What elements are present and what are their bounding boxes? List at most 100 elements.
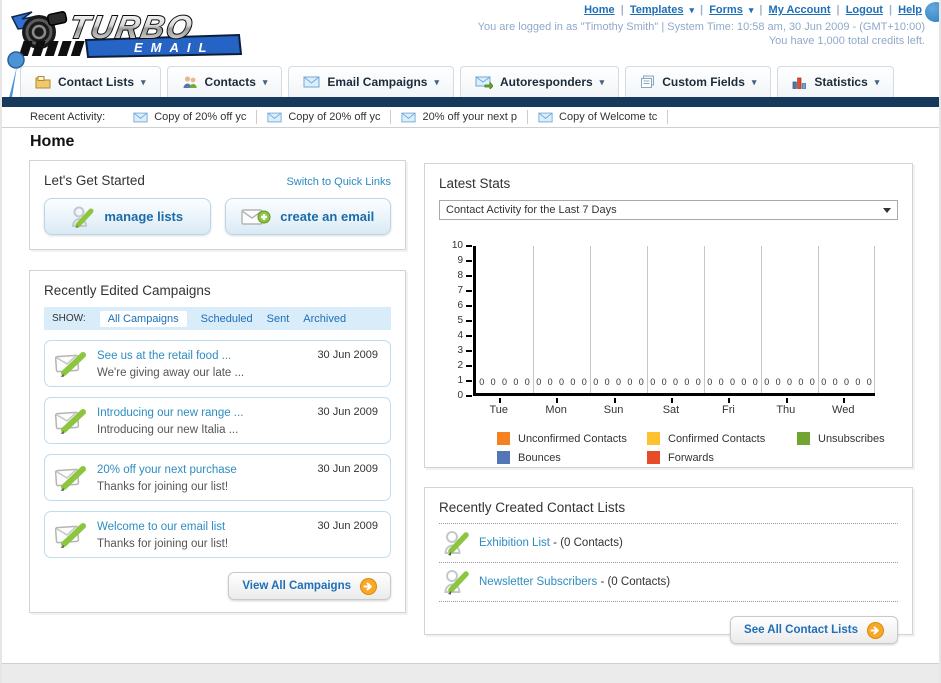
campaign-subtitle: We're giving away our late ... (97, 366, 245, 379)
nav-link-my-account[interactable]: My Account (769, 4, 831, 16)
value-label: 0 (661, 377, 667, 387)
legend-swatch (497, 432, 510, 445)
y-tick-mark (466, 365, 472, 367)
contact-list-name-link[interactable]: Newsletter Subscribers (479, 576, 597, 588)
y-tick-label: 9 (457, 255, 463, 266)
help-bubble-icon[interactable] (925, 2, 939, 22)
campaign-row[interactable]: Welcome to our email list Thanks for joi… (44, 511, 391, 558)
campaigns-title: Recently Edited Campaigns (44, 283, 211, 298)
chevron-down-icon[interactable]: ▾ (749, 5, 754, 15)
view-all-campaigns-label: View All Campaigns (242, 580, 351, 592)
value-label: 0 (695, 377, 701, 387)
filter-all-campaigns[interactable]: All Campaigns (99, 310, 187, 327)
credits-info: You have 1,000 total credits left. (768, 35, 925, 47)
create-email-button[interactable]: create an email (224, 198, 391, 235)
recent-activity-item[interactable]: Copy of Welcome tc (528, 110, 669, 124)
campaign-date: 30 Jun 2009 (317, 463, 378, 475)
campaign-title-link[interactable]: Welcome to our email list (97, 521, 225, 533)
chevron-down-icon[interactable]: ▾ (689, 5, 694, 15)
value-label: 0 (684, 377, 690, 387)
nav-link-templates[interactable]: Templates (630, 4, 684, 16)
filter-archived[interactable]: Archived (303, 313, 346, 325)
y-tick-mark (466, 335, 472, 337)
value-label-group: 00000 (647, 376, 704, 388)
chart-plot-area: 00000000000000000000000000000000000 (466, 245, 875, 397)
campaign-title-link[interactable]: Introducing our new range ... (97, 407, 243, 419)
recent-activity-link[interactable]: Copy of 20% off yc (154, 111, 246, 123)
envelope-icon (303, 76, 320, 88)
chart-x-axis-labels: Tue Mon Sun Sat Fri Thu Wed (470, 398, 872, 416)
value-label: 0 (786, 377, 792, 387)
tab-contacts[interactable]: Contacts ▾ (166, 66, 283, 97)
see-all-contact-lists-button[interactable]: See All Contact Lists (730, 616, 898, 644)
x-tick-mark (843, 398, 846, 403)
see-all-contact-lists-label: See All Contact Lists (744, 624, 858, 636)
filter-scheduled[interactable]: Scheduled (201, 313, 253, 325)
tab-contact-lists[interactable]: Contact Lists ▾ (20, 66, 161, 97)
campaign-title-link[interactable]: See us at the retail food ... (97, 350, 231, 362)
x-tick-mark (498, 398, 501, 403)
y-tick-label: 8 (457, 270, 463, 281)
person-pencil-icon (444, 570, 469, 595)
latest-stats-panel: Latest Stats Contact Activity for the La… (424, 163, 913, 468)
y-tick-mark (466, 305, 472, 307)
dropdown-arrow-icon (883, 207, 891, 213)
orange-arrow-icon (360, 577, 377, 595)
value-label: 0 (513, 377, 519, 387)
chevron-down-icon: ▾ (751, 76, 757, 87)
contact-list-row[interactable]: Exhibition List - (0 Contacts) (439, 524, 898, 563)
svg-text:TURBO: TURBO (67, 9, 197, 45)
envelope-icon (267, 112, 282, 122)
manage-lists-label: manage lists (104, 209, 184, 224)
nav-link-home[interactable]: Home (584, 4, 615, 16)
filter-sent[interactable]: Sent (267, 313, 290, 325)
value-label: 0 (581, 377, 587, 387)
x-tick-label: Tue (470, 398, 527, 416)
recent-activity-link[interactable]: 20% off your next p (422, 111, 517, 123)
folder-icon (35, 76, 51, 89)
nav-link-forms[interactable]: Forms (709, 4, 743, 16)
campaign-date: 30 Jun 2009 (317, 520, 378, 532)
campaign-row[interactable]: Introducing our new range ... Introducin… (44, 397, 391, 444)
vertical-gridline (704, 246, 705, 393)
value-label: 0 (501, 377, 507, 387)
nav-link-help[interactable]: Help (898, 4, 922, 16)
tab-label: Autoresponders (499, 75, 593, 89)
value-label-group: 00000 (704, 376, 761, 388)
view-all-campaigns-button[interactable]: View All Campaigns (228, 572, 391, 600)
campaign-title-link[interactable]: 20% off your next purchase (97, 464, 237, 476)
tab-email-campaigns[interactable]: Email Campaigns ▾ (288, 66, 454, 97)
contact-lists-title: Recently Created Contact Lists (439, 500, 898, 524)
tab-label: Email Campaigns (327, 75, 428, 89)
x-tick-mark (728, 398, 731, 403)
tab-custom-fields[interactable]: Custom Fields ▾ (625, 66, 772, 97)
value-label: 0 (536, 377, 542, 387)
manage-lists-button[interactable]: manage lists (44, 198, 211, 235)
campaign-row[interactable]: 20% off your next purchase Thanks for jo… (44, 454, 391, 501)
value-label: 0 (650, 377, 656, 387)
recent-activity-link[interactable]: Copy of 20% off yc (288, 111, 380, 123)
stats-report-selected-value: Contact Activity for the Last 7 Days (446, 204, 617, 216)
stats-report-select[interactable]: Contact Activity for the Last 7 Days (439, 200, 898, 220)
switch-to-quick-links[interactable]: Switch to Quick Links (286, 176, 391, 188)
nav-link-logout[interactable]: Logout (846, 4, 883, 16)
tab-statistics[interactable]: Statistics ▾ (777, 66, 895, 97)
recent-activity-item[interactable]: Copy of 20% off yc (257, 110, 392, 124)
value-label: 0 (479, 377, 485, 387)
recent-activity-link[interactable]: Copy of Welcome tc (559, 111, 657, 123)
orange-arrow-icon (867, 621, 884, 639)
tab-autoresponders[interactable]: Autoresponders ▾ (459, 66, 620, 97)
legend-item: Unsubscribes (797, 432, 939, 445)
value-label: 0 (729, 377, 735, 387)
contact-list-name-link[interactable]: Exhibition List (479, 537, 550, 549)
campaign-row[interactable]: See us at the retail food ... We're givi… (44, 340, 391, 387)
y-tick-label: 3 (457, 345, 463, 356)
vertical-gridline (874, 246, 875, 393)
page-footer-strip (2, 663, 939, 683)
value-label-group: 00000 (533, 376, 590, 388)
contact-list-row[interactable]: Newsletter Subscribers - (0 Contacts) (439, 563, 898, 602)
recent-activity-item[interactable]: 20% off your next p (391, 110, 529, 124)
value-label: 0 (707, 377, 713, 387)
recent-activity-item[interactable]: Copy of 20% off yc (123, 110, 258, 124)
nav-divider: | (836, 4, 840, 16)
